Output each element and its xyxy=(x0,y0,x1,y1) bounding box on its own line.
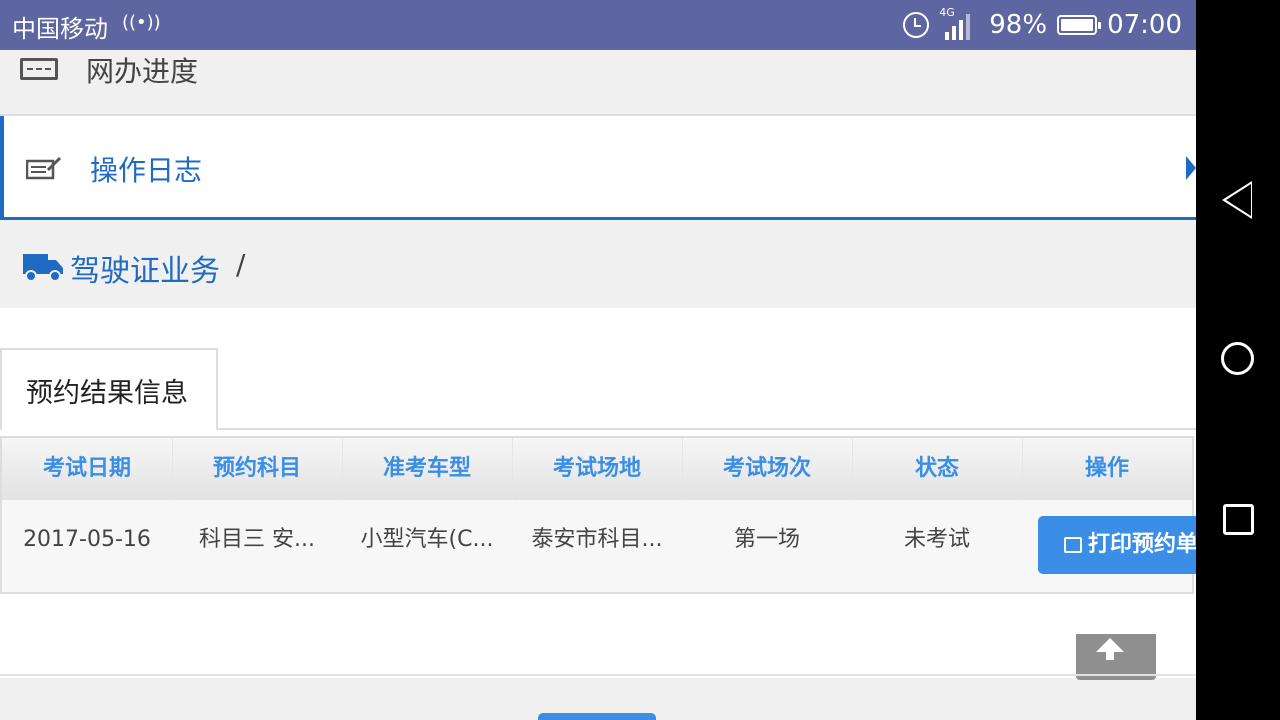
menu-item-label: 操作日志 xyxy=(90,154,203,187)
alarm-icon xyxy=(903,12,930,38)
recent-apps-icon[interactable] xyxy=(1223,504,1254,535)
column-header: 状态 xyxy=(852,438,1023,500)
home-icon[interactable] xyxy=(1221,342,1254,375)
battery-icon xyxy=(1057,15,1102,35)
results-panel: 预约结果信息 考试日期 预约科目 准考车型 考试场地 考试场次 状态 操作 20… xyxy=(0,308,1196,678)
print-reservation-button[interactable]: 打印预约单 xyxy=(1038,516,1196,574)
breadcrumb-separator: / xyxy=(236,248,246,281)
battery-percent: 98% xyxy=(989,10,1048,40)
cell-subject: 科目三 安... xyxy=(199,527,315,552)
page-content: 网办进度 操作日志 驾驶证业务 / 预约结果信息 考试日期 预约科目 准考车型 … xyxy=(0,50,1196,720)
status-bar: 中国移动 ((•)) 4G 98% 07:00 xyxy=(0,0,1196,50)
tab-label: 预约结果信息 xyxy=(26,378,188,409)
printer-icon xyxy=(1064,537,1082,553)
table-row: 2017-05-16 科目三 安... 小型汽车(C... 泰安市科目... 第… xyxy=(2,500,1196,592)
column-header: 操作 xyxy=(1084,456,1129,481)
list-icon xyxy=(20,58,58,80)
table-header: 考试日期 预约科目 准考车型 考试场地 考试场次 状态 操作 xyxy=(2,438,1192,500)
print-button-label: 打印预约单 xyxy=(1088,532,1196,557)
truck-icon xyxy=(23,254,63,282)
breadcrumb: 驾驶证业务 / xyxy=(0,224,1196,308)
cell-session: 第一场 xyxy=(733,527,800,552)
tab-divider xyxy=(218,428,1196,430)
clock: 07:00 xyxy=(1107,10,1182,40)
cell-exam-date: 2017-05-16 xyxy=(23,527,151,552)
menu-item-online-progress[interactable]: 网办进度 xyxy=(0,50,1196,116)
cell-status: 未考试 xyxy=(903,527,970,552)
column-header: 预约科目 xyxy=(172,438,343,500)
column-header: 考试日期 xyxy=(2,438,173,500)
log-icon xyxy=(26,156,62,180)
breadcrumb-label[interactable]: 驾驶证业务 xyxy=(70,246,220,290)
bottom-button[interactable] xyxy=(538,713,656,720)
hotspot-icon: ((•)) xyxy=(122,12,161,33)
column-header: 考试场地 xyxy=(512,438,683,500)
chevron-right-icon xyxy=(1186,156,1196,180)
column-header: 考试场次 xyxy=(682,438,853,500)
cell-vehicle-type: 小型汽车(C... xyxy=(360,527,494,552)
divider xyxy=(0,674,1196,676)
menu-item-label: 网办进度 xyxy=(86,55,199,88)
carrier-name: 中国移动 xyxy=(12,15,108,43)
cell-venue: 泰安市科目... xyxy=(531,527,663,552)
cellular-signal-icon: 4G xyxy=(939,6,979,40)
results-table: 考试日期 预约科目 准考车型 考试场地 考试场次 状态 操作 2017-05-1… xyxy=(0,436,1196,594)
menu-item-operation-log[interactable]: 操作日志 xyxy=(0,116,1196,220)
tab-reservation-results[interactable]: 预约结果信息 xyxy=(0,348,218,430)
column-header: 准考车型 xyxy=(342,438,513,500)
